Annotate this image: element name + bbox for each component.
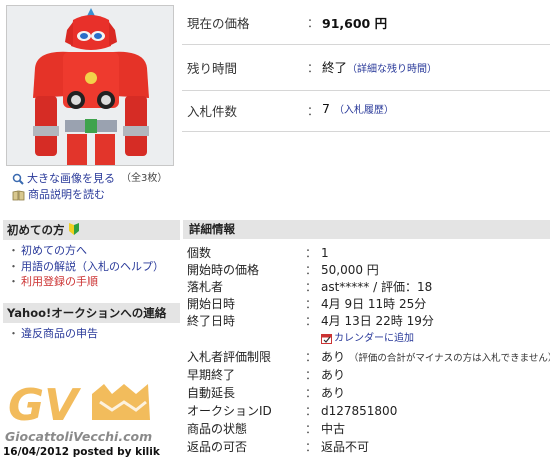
calendar-icon bbox=[321, 334, 332, 344]
time-left-label: 残り時間 bbox=[187, 61, 238, 76]
sidebar-link-first-time-guide[interactable]: ・初めての方へ bbox=[8, 243, 164, 259]
robot-toy-image bbox=[7, 6, 173, 165]
detail-row-condition: 商品の状態：中古 bbox=[187, 422, 346, 436]
item-description-link[interactable]: 商品説明を読む bbox=[12, 187, 167, 203]
winner-value[interactable]: ast***** / 評価：18 bbox=[321, 279, 432, 296]
first-time-links: ・初めての方へ ・用語の解説（入札のヘルプ） ・利用登録の手順 bbox=[8, 243, 164, 290]
first-time-heading: 初めての方 bbox=[3, 220, 180, 240]
details-heading: 詳細情報 bbox=[183, 220, 550, 239]
colon: ： bbox=[307, 16, 320, 30]
bid-count-value: 7 （入札履歴） bbox=[322, 101, 394, 116]
sidebar-link-report-violation[interactable]: ・違反商品の申告 bbox=[8, 326, 98, 342]
contact-heading: Yahoo!オークションへの連絡 bbox=[3, 303, 180, 323]
bid-count-row: 入札件数 ： 7 （入札履歴） bbox=[182, 91, 550, 132]
current-price-value: 91,600 円 bbox=[322, 16, 388, 31]
add-to-calendar-row: カレンダーに追加 bbox=[187, 330, 547, 345]
bid-history-link[interactable]: （入札履歴） bbox=[334, 105, 394, 116]
watermark-posted: 16/04/2012 posted by kilik bbox=[3, 446, 160, 458]
current-price-label: 現在の価格 bbox=[187, 16, 250, 31]
detail-row-auction-id: オークションID： d127851800 bbox=[187, 404, 398, 418]
watermark-site: GiocattoliVecchi.com bbox=[5, 429, 153, 444]
time-left-row: 残り時間 ： 終了（詳細な残り時間） bbox=[182, 45, 550, 91]
detail-row-end-time: 終了日時： 4月 13日 22時 19分 bbox=[187, 314, 434, 328]
view-large-label[interactable]: 大きな画像を見る bbox=[27, 171, 115, 187]
sidebar-link-registration-steps[interactable]: ・利用登録の手順 bbox=[8, 274, 164, 290]
sidebar-link-glossary[interactable]: ・用語の解説（入札のヘルプ） bbox=[8, 259, 164, 275]
detail-row-winner: 落札者： ast***** / 評価：18 bbox=[187, 279, 433, 296]
image-count-note: （全3枚） bbox=[121, 173, 168, 184]
detailed-time-link[interactable]: （詳細な残り時間） bbox=[347, 64, 437, 75]
watermark: GV GiocattoliVecchi.com 16/04/2012 poste… bbox=[0, 380, 175, 461]
detail-row-quantity: 個数： 1 bbox=[187, 246, 329, 260]
magnifier-icon bbox=[12, 173, 24, 185]
time-left-value: 終了（詳細な残り時間） bbox=[322, 60, 438, 75]
item-thumbnail[interactable] bbox=[6, 5, 174, 166]
detail-row-start-time: 開始日時： 4月 9日 11時 25分 bbox=[187, 297, 427, 311]
detail-row-returns: 返品の可否：返品不可 bbox=[187, 440, 370, 454]
image-links: 大きな画像を見る （全3枚） 商品説明を読む bbox=[12, 171, 167, 203]
detail-row-start-price: 開始時の価格： 50,000 円 bbox=[187, 263, 379, 277]
view-large-image-link[interactable]: 大きな画像を見る （全3枚） bbox=[12, 171, 167, 187]
detail-row-auto-extend: 自動延長：あり bbox=[187, 386, 346, 400]
svg-text:GV: GV bbox=[8, 380, 81, 428]
contact-links: ・違反商品の申告 bbox=[8, 326, 98, 342]
add-to-calendar-link[interactable]: カレンダーに追加 bbox=[321, 330, 414, 347]
bid-count-label: 入札件数 bbox=[187, 104, 238, 119]
detail-row-early-end: 早期終了：あり bbox=[187, 368, 346, 382]
book-icon bbox=[12, 190, 25, 200]
gv-logo: GV bbox=[8, 380, 150, 431]
detail-row-bidder-rating-limit: 入札者評価制限： あり （評価の合計がマイナスの方は入札できません） bbox=[187, 350, 550, 364]
current-price-row: 現在の価格 ： 91,600 円 bbox=[182, 0, 550, 45]
colon: ： bbox=[307, 61, 320, 75]
colon: ： bbox=[307, 104, 320, 118]
beginner-mark-icon bbox=[68, 223, 79, 235]
item-description-label[interactable]: 商品説明を読む bbox=[28, 187, 105, 203]
